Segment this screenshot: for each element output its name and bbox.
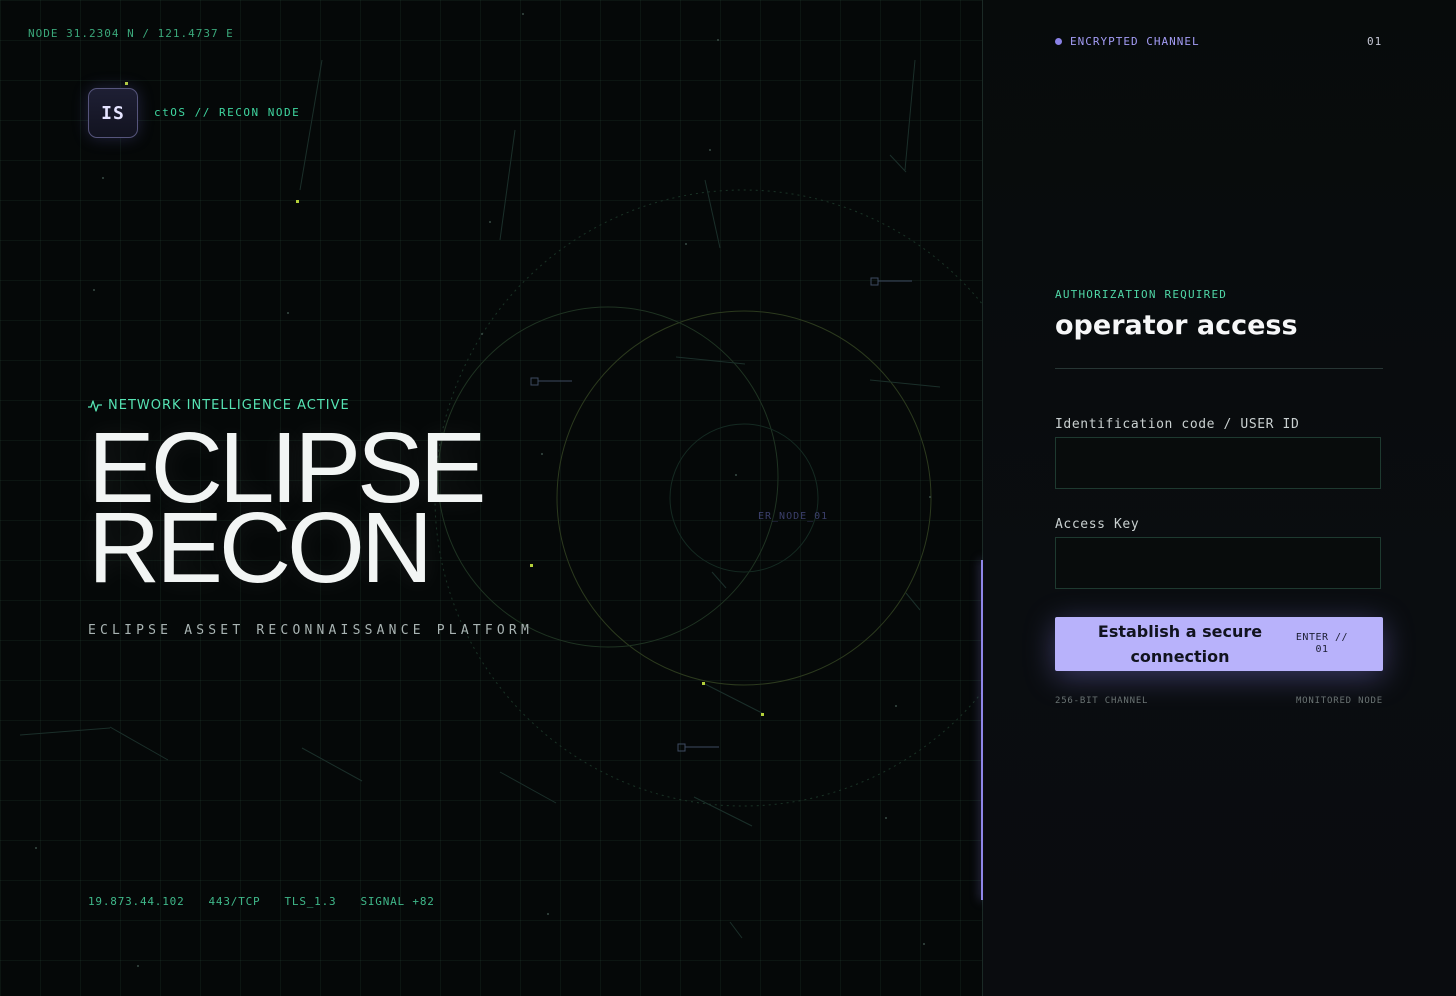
user-id-label: Identification code / USER ID bbox=[1055, 417, 1300, 432]
node-coordinates: NODE 31.2304 N / 121.4737 E bbox=[28, 27, 234, 40]
logo-label: ctOS // RECON NODE bbox=[154, 106, 301, 119]
establish-connection-button[interactable]: Establish a secure connection ENTER // 0… bbox=[1055, 617, 1383, 671]
channel-label: ENCRYPTED CHANNEL bbox=[1070, 35, 1200, 48]
node-label: ER_NODE_01 bbox=[758, 511, 829, 522]
stat-tls: TLS_1.3 bbox=[284, 895, 337, 908]
auth-required-label: AUTHORIZATION REQUIRED bbox=[1055, 288, 1228, 301]
stat-port: 443/TCP bbox=[208, 895, 261, 908]
channel-number: 01 bbox=[1367, 35, 1383, 48]
channel-dot-icon bbox=[1055, 38, 1062, 45]
hero-subtitle: ECLIPSE ASSET RECONNAISSANCE PLATFORM bbox=[88, 623, 533, 638]
outer-orbit-ring bbox=[434, 189, 982, 807]
stat-ip: 19.873.44.102 bbox=[88, 895, 185, 908]
hero-title: ECLIPSE RECON bbox=[88, 418, 486, 604]
offset-orbit-ring bbox=[437, 306, 779, 648]
access-key-label: Access Key bbox=[1055, 517, 1140, 532]
inner-orbit-ring bbox=[669, 423, 819, 573]
stat-signal: SIGNAL +82 bbox=[360, 895, 435, 908]
title-divider bbox=[1055, 368, 1383, 369]
hero-title-line-2: RECON bbox=[88, 492, 433, 604]
connection-stats: 19.873.44.102 443/TCP TLS_1.3 SIGNAL +82 bbox=[88, 895, 435, 908]
mid-orbit-ring bbox=[556, 310, 932, 686]
status-text: NETWORK INTELLIGENCE ACTIVE bbox=[108, 398, 350, 413]
status-indicator: NETWORK INTELLIGENCE ACTIVE bbox=[88, 398, 350, 413]
form-title: operator access bbox=[1055, 310, 1298, 341]
pulse-icon bbox=[88, 399, 102, 412]
submit-button-label: Establish a secure connection bbox=[1097, 622, 1263, 666]
monitor-note: MONITORED NODE bbox=[1295, 696, 1383, 706]
user-id-input[interactable] bbox=[1055, 437, 1381, 489]
submit-button-hint: ENTER // 01 bbox=[1295, 632, 1349, 655]
hero-panel: NODE 31.2304 N / 121.4737 E IS ctOS // R… bbox=[0, 0, 982, 996]
login-panel: ENCRYPTED CHANNEL 01 AUTHORIZATION REQUI… bbox=[983, 0, 1456, 996]
channel-note: 256-BIT CHANNEL bbox=[1055, 696, 1149, 706]
target-markers bbox=[530, 277, 912, 752]
logo-badge: IS bbox=[88, 88, 138, 138]
channel-status: ENCRYPTED CHANNEL bbox=[1055, 35, 1200, 48]
access-key-input[interactable] bbox=[1055, 537, 1381, 589]
